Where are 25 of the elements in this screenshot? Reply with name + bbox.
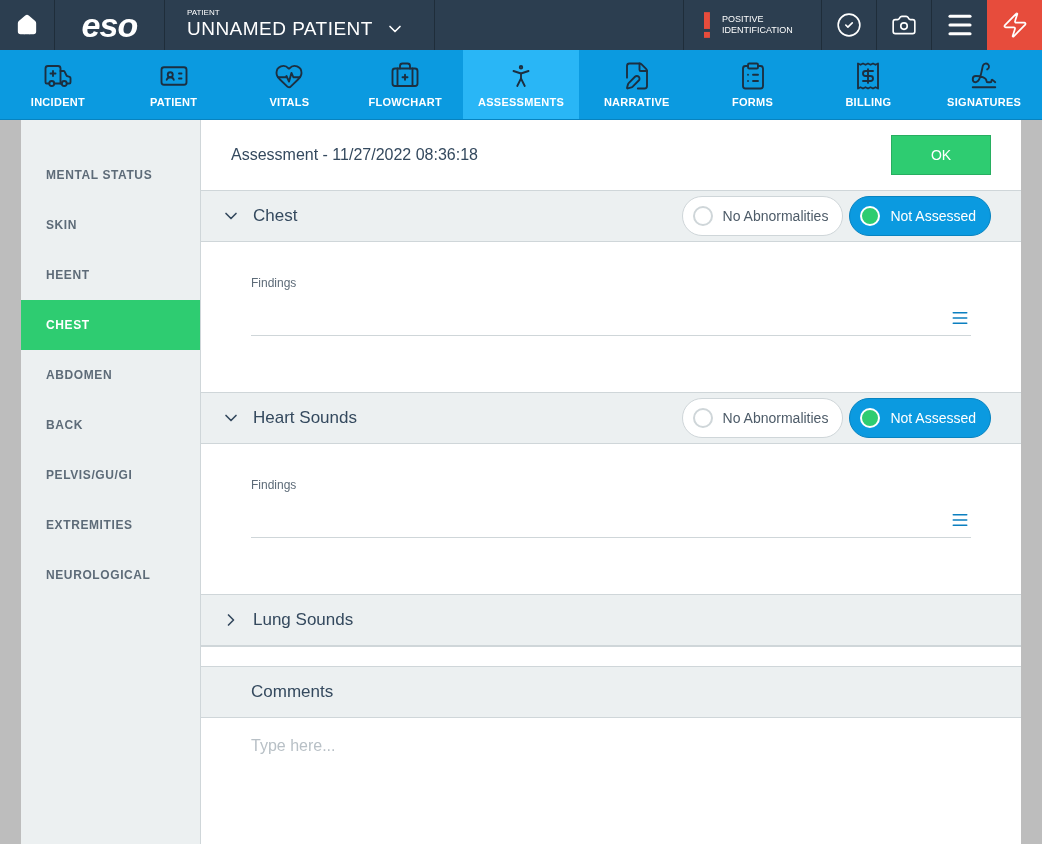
radio-option[interactable]: Not Assessed bbox=[849, 398, 991, 438]
sidebar-item[interactable]: BACK bbox=[21, 400, 200, 450]
lightning-button[interactable] bbox=[987, 0, 1042, 50]
home-icon bbox=[16, 14, 38, 36]
sidebar-item[interactable]: ABDOMEN bbox=[21, 350, 200, 400]
section-toggle[interactable]: Heart Sounds bbox=[221, 405, 357, 431]
assessment-title: Assessment - 11/27/2022 08:36:18 bbox=[231, 145, 478, 165]
sidebar-item[interactable]: MENTAL STATUS bbox=[21, 150, 200, 200]
exclamation-icon bbox=[704, 12, 710, 38]
comments-field[interactable]: Type here... bbox=[201, 718, 1021, 844]
check-circle-icon bbox=[836, 12, 862, 38]
radio-option[interactable]: No Abnormalities bbox=[681, 196, 844, 236]
radio-option[interactable]: No Abnormalities bbox=[681, 398, 844, 438]
sidebar-item[interactable]: HEENT bbox=[21, 250, 200, 300]
radio-option[interactable]: Not Assessed bbox=[849, 196, 991, 236]
sidebar-item[interactable]: PELVIS/GU/GI bbox=[21, 450, 200, 500]
sidebar-item[interactable]: EXTREMITIES bbox=[21, 500, 200, 550]
section-toggle[interactable]: Lung Sounds bbox=[221, 607, 354, 633]
findings-label: Findings bbox=[251, 477, 298, 494]
comments-title: Comments bbox=[251, 681, 334, 704]
sidebar-item[interactable]: NEUROLOGICAL bbox=[21, 550, 200, 600]
section-toggle[interactable]: Chest bbox=[221, 203, 298, 229]
findings-label: Findings bbox=[251, 275, 298, 292]
sidebar-item[interactable]: SKIN bbox=[21, 200, 200, 250]
app-logo: eso bbox=[81, 8, 138, 42]
